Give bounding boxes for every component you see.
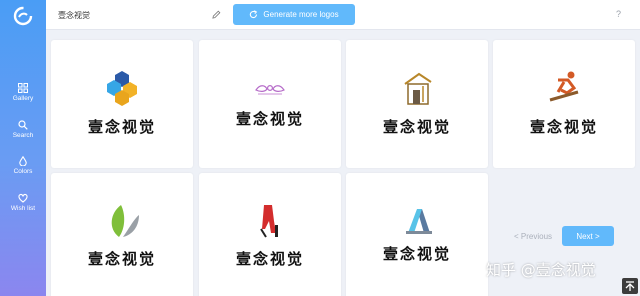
sidebar-item-label: Colors [13,168,33,175]
card-brand-text: 壹念视觉 [235,110,304,128]
logo-card[interactable]: 壹念视觉 [346,40,488,168]
house-icon [404,72,432,105]
logo-card[interactable]: 壹念视觉 [51,40,193,168]
letter-a-icon [406,209,432,234]
scroll-top-button[interactable] [622,278,638,294]
sidebar: Gallery Search Colors Wish list [0,0,46,296]
search-icon [18,120,28,130]
sidebar-item-label: Gallery [12,95,34,102]
previous-page-button[interactable]: < Previous [514,232,552,241]
generate-more-logos-button[interactable]: Generate more logos [233,4,355,25]
card-brand-text: 壹念视觉 [87,250,156,268]
brand-name-input[interactable] [52,6,222,24]
card-brand-text: 壹念视觉 [529,118,598,136]
drop-icon [19,156,27,166]
top-bar: Generate more logos ? [46,0,640,30]
ornament-icon [255,85,285,95]
sidebar-item-label: Wish list [10,205,36,212]
card-brand-text: 壹念视觉 [235,250,304,268]
skier-icon [549,71,579,102]
watermark-text: 知乎 @壹念视觉 [486,261,596,279]
stacked-cubes-icon [107,71,137,106]
logo-card[interactable]: 壹念视觉 [493,40,635,168]
sidebar-item-gallery[interactable]: Gallery [0,83,46,103]
sidebar-item-label: Search [12,132,34,139]
sidebar-item-wish-list[interactable]: Wish list [0,193,46,213]
logo-card[interactable]: 壹念视觉 [346,173,488,296]
leaf-icon [111,205,139,237]
card-brand-text: 壹念视觉 [87,118,156,136]
logo-card[interactable]: 壹念视觉 [199,173,341,296]
generate-label: Generate more logos [263,10,339,19]
next-page-button[interactable]: Next > [562,226,614,246]
heart-icon [18,193,28,203]
arrow-up-icon [625,281,635,291]
logo-card[interactable]: 壹念视觉 [199,40,341,168]
card-brand-text: 壹念视觉 [382,118,451,136]
grid-icon [18,83,28,93]
app-logo-icon[interactable] [13,6,33,26]
refresh-icon [250,10,258,19]
card-brand-text: 壹念视觉 [382,245,451,263]
high-heel-icon [260,205,278,238]
pencil-icon[interactable] [212,10,221,19]
help-button[interactable]: ? [616,9,621,19]
logo-card[interactable]: 壹念视觉 [51,173,193,296]
sidebar-item-search[interactable]: Search [0,120,46,140]
sidebar-item-colors[interactable]: Colors [0,156,46,176]
